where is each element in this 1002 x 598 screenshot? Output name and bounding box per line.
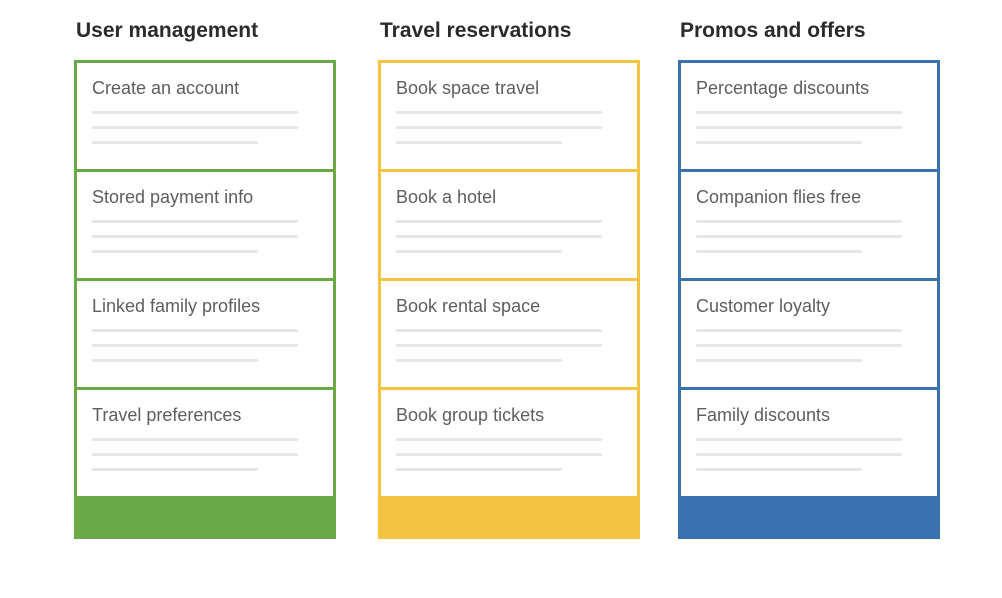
- story-card[interactable]: Create an account: [77, 63, 333, 169]
- placeholder-text-line: [696, 453, 902, 456]
- column-user-management: User management Create an account Stored…: [74, 18, 336, 539]
- placeholder-text-line: [696, 220, 902, 223]
- story-card[interactable]: Family discounts: [681, 390, 937, 496]
- story-card[interactable]: Customer loyalty: [681, 281, 937, 387]
- story-card[interactable]: Percentage discounts: [681, 63, 937, 169]
- card-title: Stored payment info: [92, 187, 254, 207]
- placeholder-text-line: [92, 126, 298, 129]
- placeholder-text-line: [92, 468, 258, 471]
- placeholder-text-line: [92, 141, 258, 144]
- placeholder-text-line: [396, 329, 602, 332]
- placeholder-text-line: [92, 344, 298, 347]
- placeholder-text-line: [92, 453, 298, 456]
- card-title: Linked family profiles: [92, 296, 261, 316]
- story-card[interactable]: Companion flies free: [681, 172, 937, 278]
- story-card[interactable]: Book rental space: [381, 281, 637, 387]
- card-title: Book a hotel: [396, 187, 497, 207]
- card-title: Create an account: [92, 78, 240, 98]
- column-promos-and-offers: Promos and offers Percentage discounts C…: [678, 18, 940, 539]
- story-card[interactable]: Linked family profiles: [77, 281, 333, 387]
- story-card[interactable]: Travel preferences: [77, 390, 333, 496]
- placeholder-text-line: [396, 344, 602, 347]
- column-travel-reservations: Travel reservations Book space travel Bo…: [378, 18, 640, 539]
- column-board: Book space travel Book a hotel Book rent…: [378, 60, 640, 539]
- story-card[interactable]: Stored payment info: [77, 172, 333, 278]
- placeholder-text-line: [696, 344, 902, 347]
- card-title: Book group tickets: [396, 405, 545, 425]
- column-title: Travel reservations: [380, 19, 572, 42]
- story-card[interactable]: Book space travel: [381, 63, 637, 169]
- placeholder-text-line: [696, 111, 902, 114]
- placeholder-text-line: [396, 250, 562, 253]
- card-title: Travel preferences: [92, 405, 242, 425]
- placeholder-text-line: [396, 126, 602, 129]
- card-title: Family discounts: [696, 405, 831, 425]
- placeholder-text-line: [696, 468, 862, 471]
- placeholder-text-line: [696, 438, 902, 441]
- column-board: Percentage discounts Companion flies fre…: [678, 60, 940, 539]
- card-title: Customer loyalty: [696, 296, 831, 316]
- placeholder-text-line: [396, 141, 562, 144]
- column-footer: [381, 499, 637, 536]
- placeholder-text-line: [92, 250, 258, 253]
- card-title: Book rental space: [396, 296, 541, 316]
- placeholder-text-line: [396, 235, 602, 238]
- column-title: User management: [76, 19, 259, 42]
- story-card[interactable]: Book a hotel: [381, 172, 637, 278]
- column-board: Create an account Stored payment info Li…: [74, 60, 336, 539]
- placeholder-text-line: [92, 329, 298, 332]
- placeholder-text-line: [696, 141, 862, 144]
- placeholder-text-line: [92, 438, 298, 441]
- story-card[interactable]: Book group tickets: [381, 390, 637, 496]
- column-footer: [681, 499, 937, 536]
- placeholder-text-line: [396, 220, 602, 223]
- column-title: Promos and offers: [680, 19, 866, 42]
- placeholder-text-line: [696, 250, 862, 253]
- placeholder-text-line: [696, 126, 902, 129]
- placeholder-text-line: [396, 468, 562, 471]
- card-title: Percentage discounts: [696, 78, 870, 98]
- card-title: Book space travel: [396, 78, 540, 98]
- placeholder-text-line: [696, 329, 902, 332]
- placeholder-text-line: [92, 111, 298, 114]
- column-footer: [77, 499, 333, 536]
- placeholder-text-line: [92, 235, 298, 238]
- card-title: Companion flies free: [696, 187, 862, 207]
- placeholder-text-line: [396, 438, 602, 441]
- placeholder-text-line: [696, 235, 902, 238]
- placeholder-text-line: [396, 111, 602, 114]
- placeholder-text-line: [396, 453, 602, 456]
- placeholder-text-line: [396, 359, 562, 362]
- placeholder-text-line: [696, 359, 862, 362]
- placeholder-text-line: [92, 220, 298, 223]
- placeholder-text-line: [92, 359, 258, 362]
